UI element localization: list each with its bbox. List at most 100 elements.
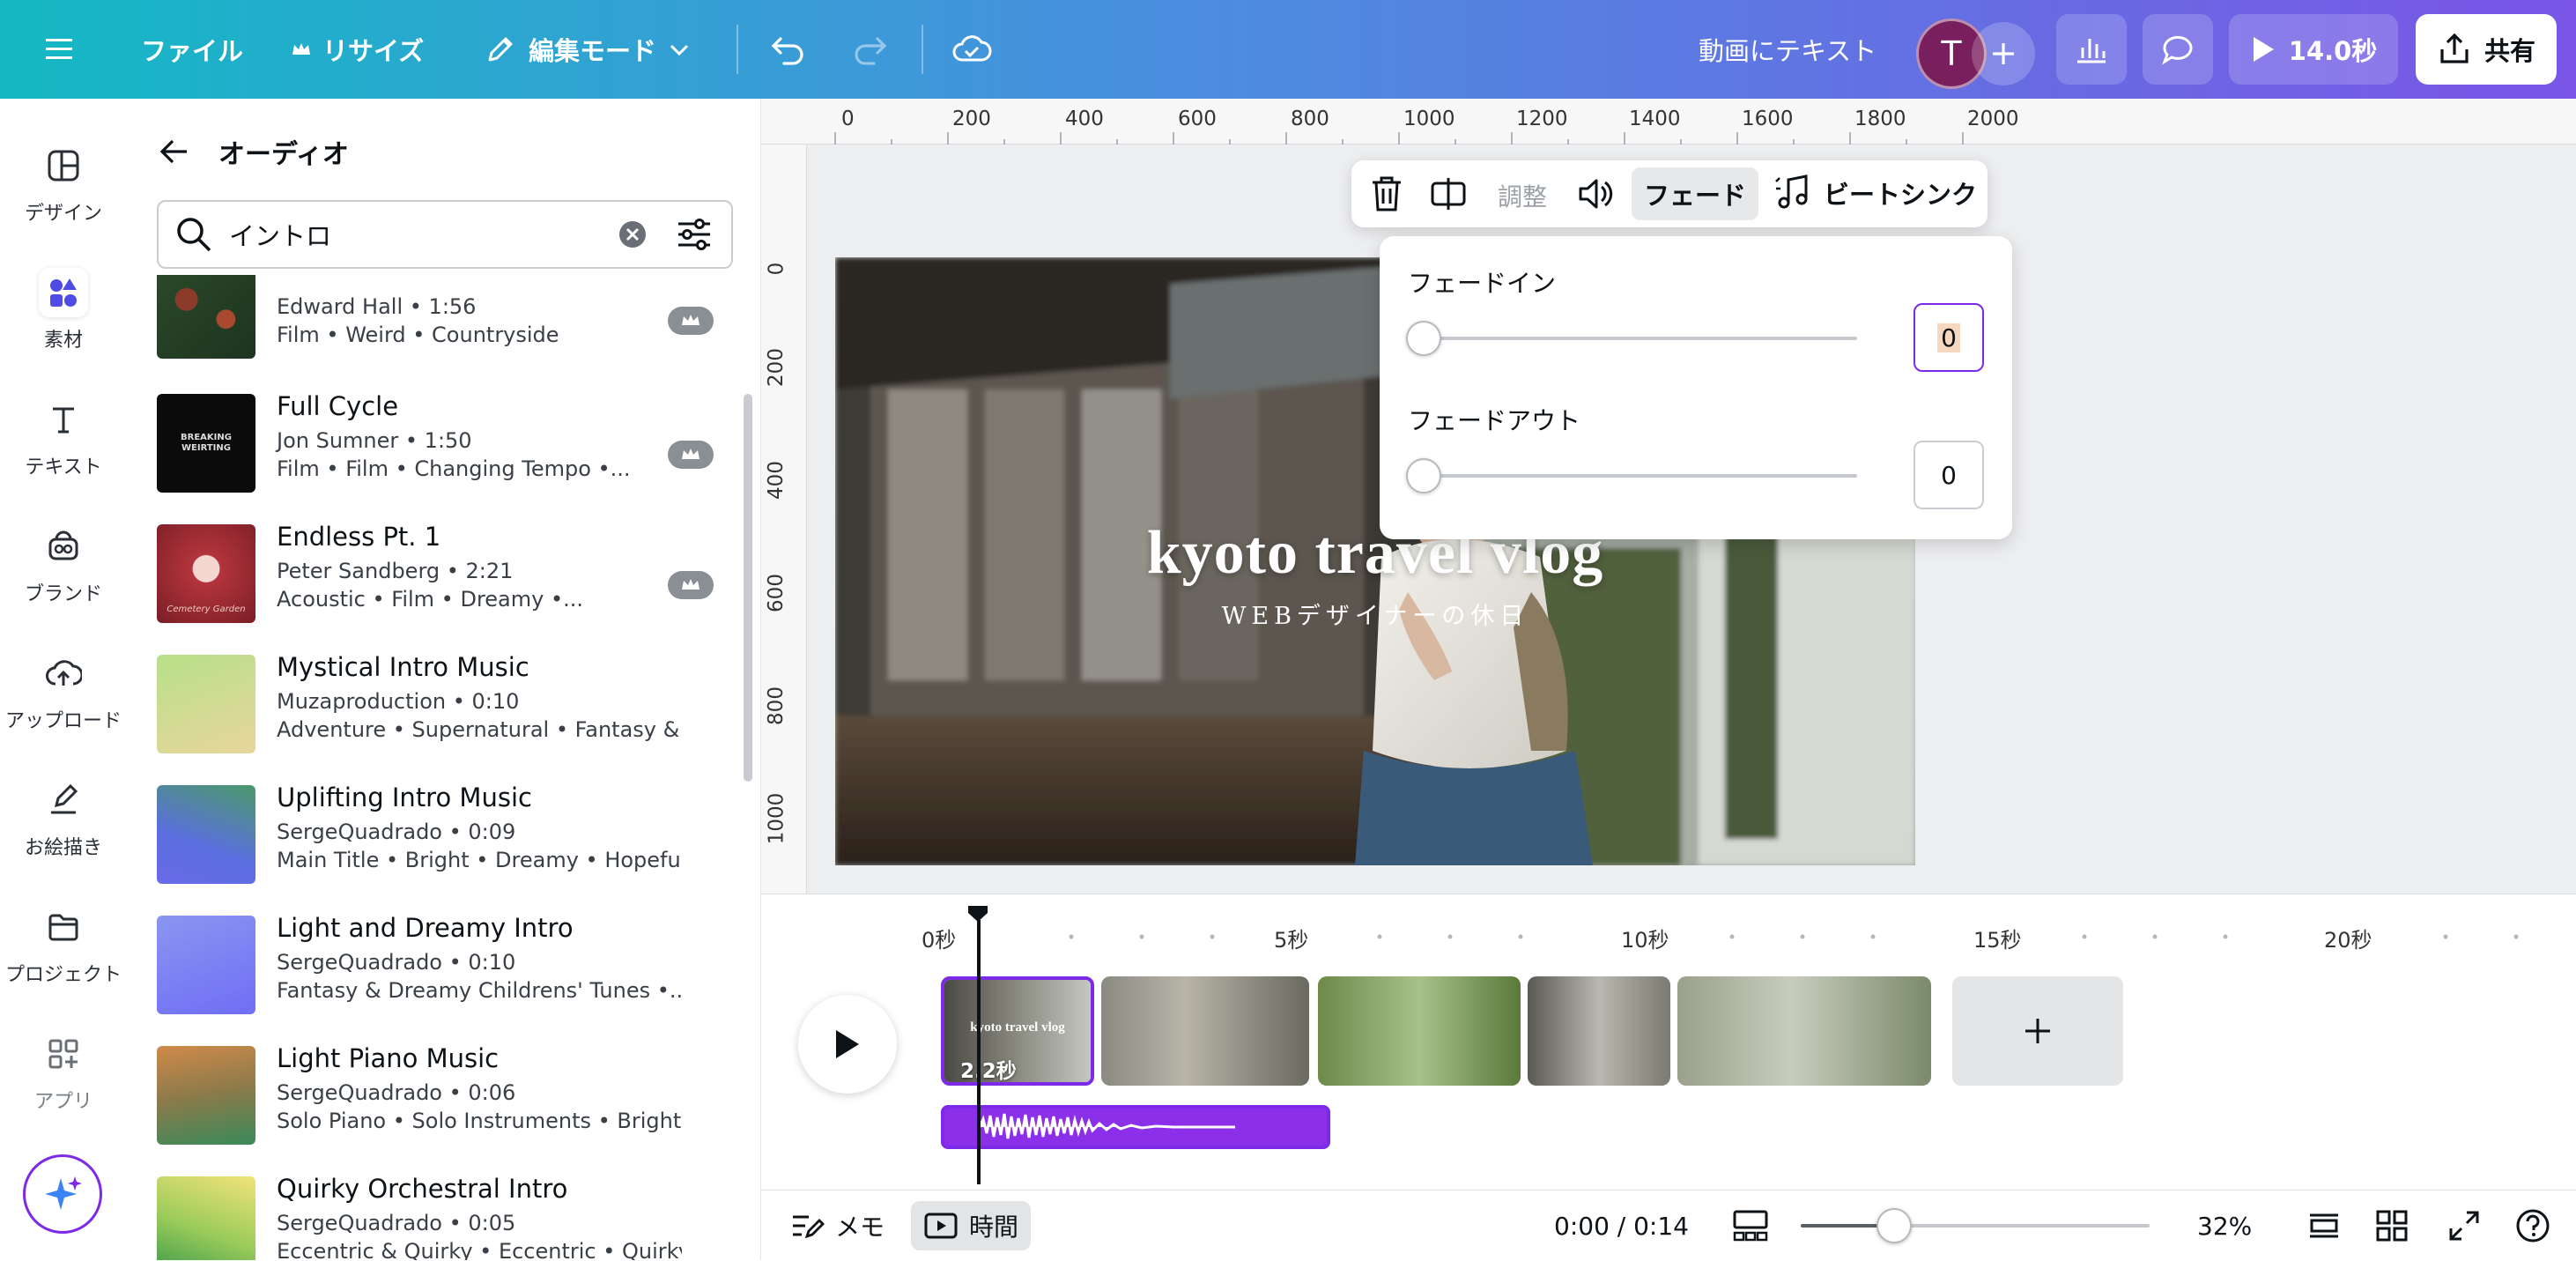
timeline-play-button[interactable] [798,995,897,1094]
fade-out-slider-handle[interactable] [1406,458,1441,493]
beat-sync-button[interactable]: ビートシンク [1773,173,1977,213]
delete-button[interactable] [1369,174,1404,217]
zoom-slider-handle[interactable] [1876,1208,1912,1243]
search-input[interactable] [229,219,617,249]
ruler-tick: 600 [1178,108,1217,130]
rail-item-design[interactable]: デザイン [0,141,127,226]
add-scene-button[interactable] [1952,976,2123,1086]
list-item[interactable]: Light and Dreamy Intro SergeQuadrado • 0… [157,913,721,1015]
scene-clip-5[interactable] [1677,976,1931,1086]
rail-item-projects[interactable]: プロジェクト [0,902,127,987]
audio-track-clip[interactable] [941,1105,1330,1149]
comment-icon [2162,35,2193,65]
rail-item-apps[interactable]: アプリ [0,1029,127,1114]
list-item[interactable]: Cemetery Garden Endless Pt. 1 Peter Sand… [157,522,721,624]
song-tags: Solo Piano • Solo Instruments • Bright..… [277,1109,682,1133]
rail-item-brand[interactable]: ブランド [0,522,127,606]
filter-icon[interactable] [675,215,714,254]
song-title: Light Piano Music [277,1043,500,1073]
split-button[interactable] [1429,174,1468,217]
playhead[interactable] [966,902,992,1184]
volume-icon [1579,179,1613,209]
clear-search-icon[interactable] [617,219,648,250]
rail-label-elements: 素材 [43,330,83,352]
pages-button[interactable] [2306,1191,2342,1261]
cloud-check-icon [952,35,992,62]
play-preview-button[interactable]: 14.0秒 [2229,14,2398,85]
video-subtitle[interactable]: WEBデザイナーの休日 [835,597,1915,631]
scene-clip-2[interactable] [1101,976,1309,1086]
cloud-save-status[interactable] [951,0,992,99]
play-icon [836,1030,859,1058]
list-item[interactable]: Light Piano Music SergeQuadrado • 0:06 S… [157,1043,721,1146]
file-menu[interactable]: ファイル [141,0,243,99]
hamburger-icon [46,39,72,59]
share-label: 共有 [2483,36,2535,66]
ruler-horizontal: 0 200 400 600 800 1000 1200 1400 1600 18… [761,99,2576,145]
fade-in-track[interactable] [1418,337,1857,340]
divider [737,25,738,74]
list-item[interactable]: Mystical Intro Music Muzaproduction • 0:… [157,652,721,754]
song-artist: Edward Hall • 1:56 [277,294,477,319]
notes-icon [793,1215,825,1239]
rail-item-elements[interactable]: 素材 [0,268,127,352]
fade-in-label: フェードイン [1408,269,1557,298]
resize-button[interactable]: リサイズ [291,0,424,99]
comments-button[interactable] [2143,14,2213,85]
ruler-tick-marks [834,132,1964,145]
text-to-video-button[interactable]: 動画にテキスト [1699,0,1876,99]
adjust-button[interactable]: 調整 [1498,178,1547,213]
invite-button[interactable] [1972,22,2035,85]
album-art: Cemetery Garden [157,524,255,623]
rail-label-upload: アップロード [4,710,122,732]
ruler-tick: 0 [841,108,855,130]
hide-timeline-button[interactable] [1732,1191,1769,1261]
song-artist: Jon Sumner • 1:50 [277,428,472,453]
scene-clip-4[interactable] [1528,976,1670,1086]
scene-clip-3[interactable] [1318,976,1521,1086]
grid-view-button[interactable] [2375,1191,2409,1261]
list-item[interactable]: Uplifting Intro Music SergeQuadrado • 0:… [157,783,721,885]
rail-item-upload[interactable]: アップロード [0,649,127,733]
fade-button[interactable]: フェード [1632,167,1758,220]
song-title: Light and Dreamy Intro [277,913,574,943]
help-button[interactable] [2514,1191,2551,1261]
undo-button[interactable] [768,0,807,99]
fullscreen-button[interactable] [2447,1191,2481,1261]
list-item[interactable]: BREAKING WEIRTING Full Cycle Jon Sumner … [157,391,721,493]
fade-out-track[interactable] [1418,474,1857,478]
redo-button[interactable] [851,0,890,99]
volume-button[interactable] [1575,174,1614,217]
plus-icon [1993,43,2014,64]
list-item[interactable]: Edward Hall • 1:56 Film • Weird • Countr… [157,275,721,360]
scrollbar-thumb[interactable] [744,394,752,782]
menu-button[interactable] [46,0,78,99]
scene-clip-1[interactable]: kyoto travel vlog 2.2秒 [941,976,1094,1086]
song-list: Edward Hall • 1:56 Film • Weird • Countr… [127,275,740,1260]
music-note-icon [1775,174,1808,209]
rail-item-text[interactable]: テキスト [0,395,127,479]
insights-button[interactable] [2056,14,2127,85]
edit-mode-label: 編集モード [529,36,657,66]
notes-button[interactable]: メモ [789,1191,885,1261]
song-title: Uplifting Intro Music [277,783,532,812]
audio-context-toolbar: 調整 フェード ビートシンク [1351,160,1988,227]
notes-label: メモ [835,1213,885,1242]
rail-item-draw[interactable]: お絵描き [0,775,127,860]
zoom-level[interactable]: 32% [2197,1191,2252,1261]
trash-icon [1373,176,1401,211]
side-rail: デザイン 素材 テキスト ブランド アップロード お絵描き プロジェクト アプリ [0,99,127,1260]
edit-mode-dropdown[interactable]: 編集モード [483,0,692,99]
share-button[interactable]: 共有 [2416,14,2557,85]
fade-in-slider-handle[interactable] [1406,321,1441,356]
back-arrow-icon[interactable] [157,134,192,169]
magic-assistant-button[interactable] [23,1154,102,1234]
avatar-initial: T [1941,34,1962,73]
zoom-slider-track[interactable] [1801,1208,2150,1243]
fade-out-input[interactable]: 0 [1913,441,1984,509]
list-item[interactable]: Quirky Orchestral Intro SergeQuadrado • … [157,1174,721,1260]
song-artist: SergeQuadrado • 0:06 [277,1080,516,1105]
timing-button[interactable]: 時間 [911,1201,1032,1250]
fade-in-input[interactable]: 0 [1913,303,1984,372]
file-label: ファイル [141,36,244,66]
